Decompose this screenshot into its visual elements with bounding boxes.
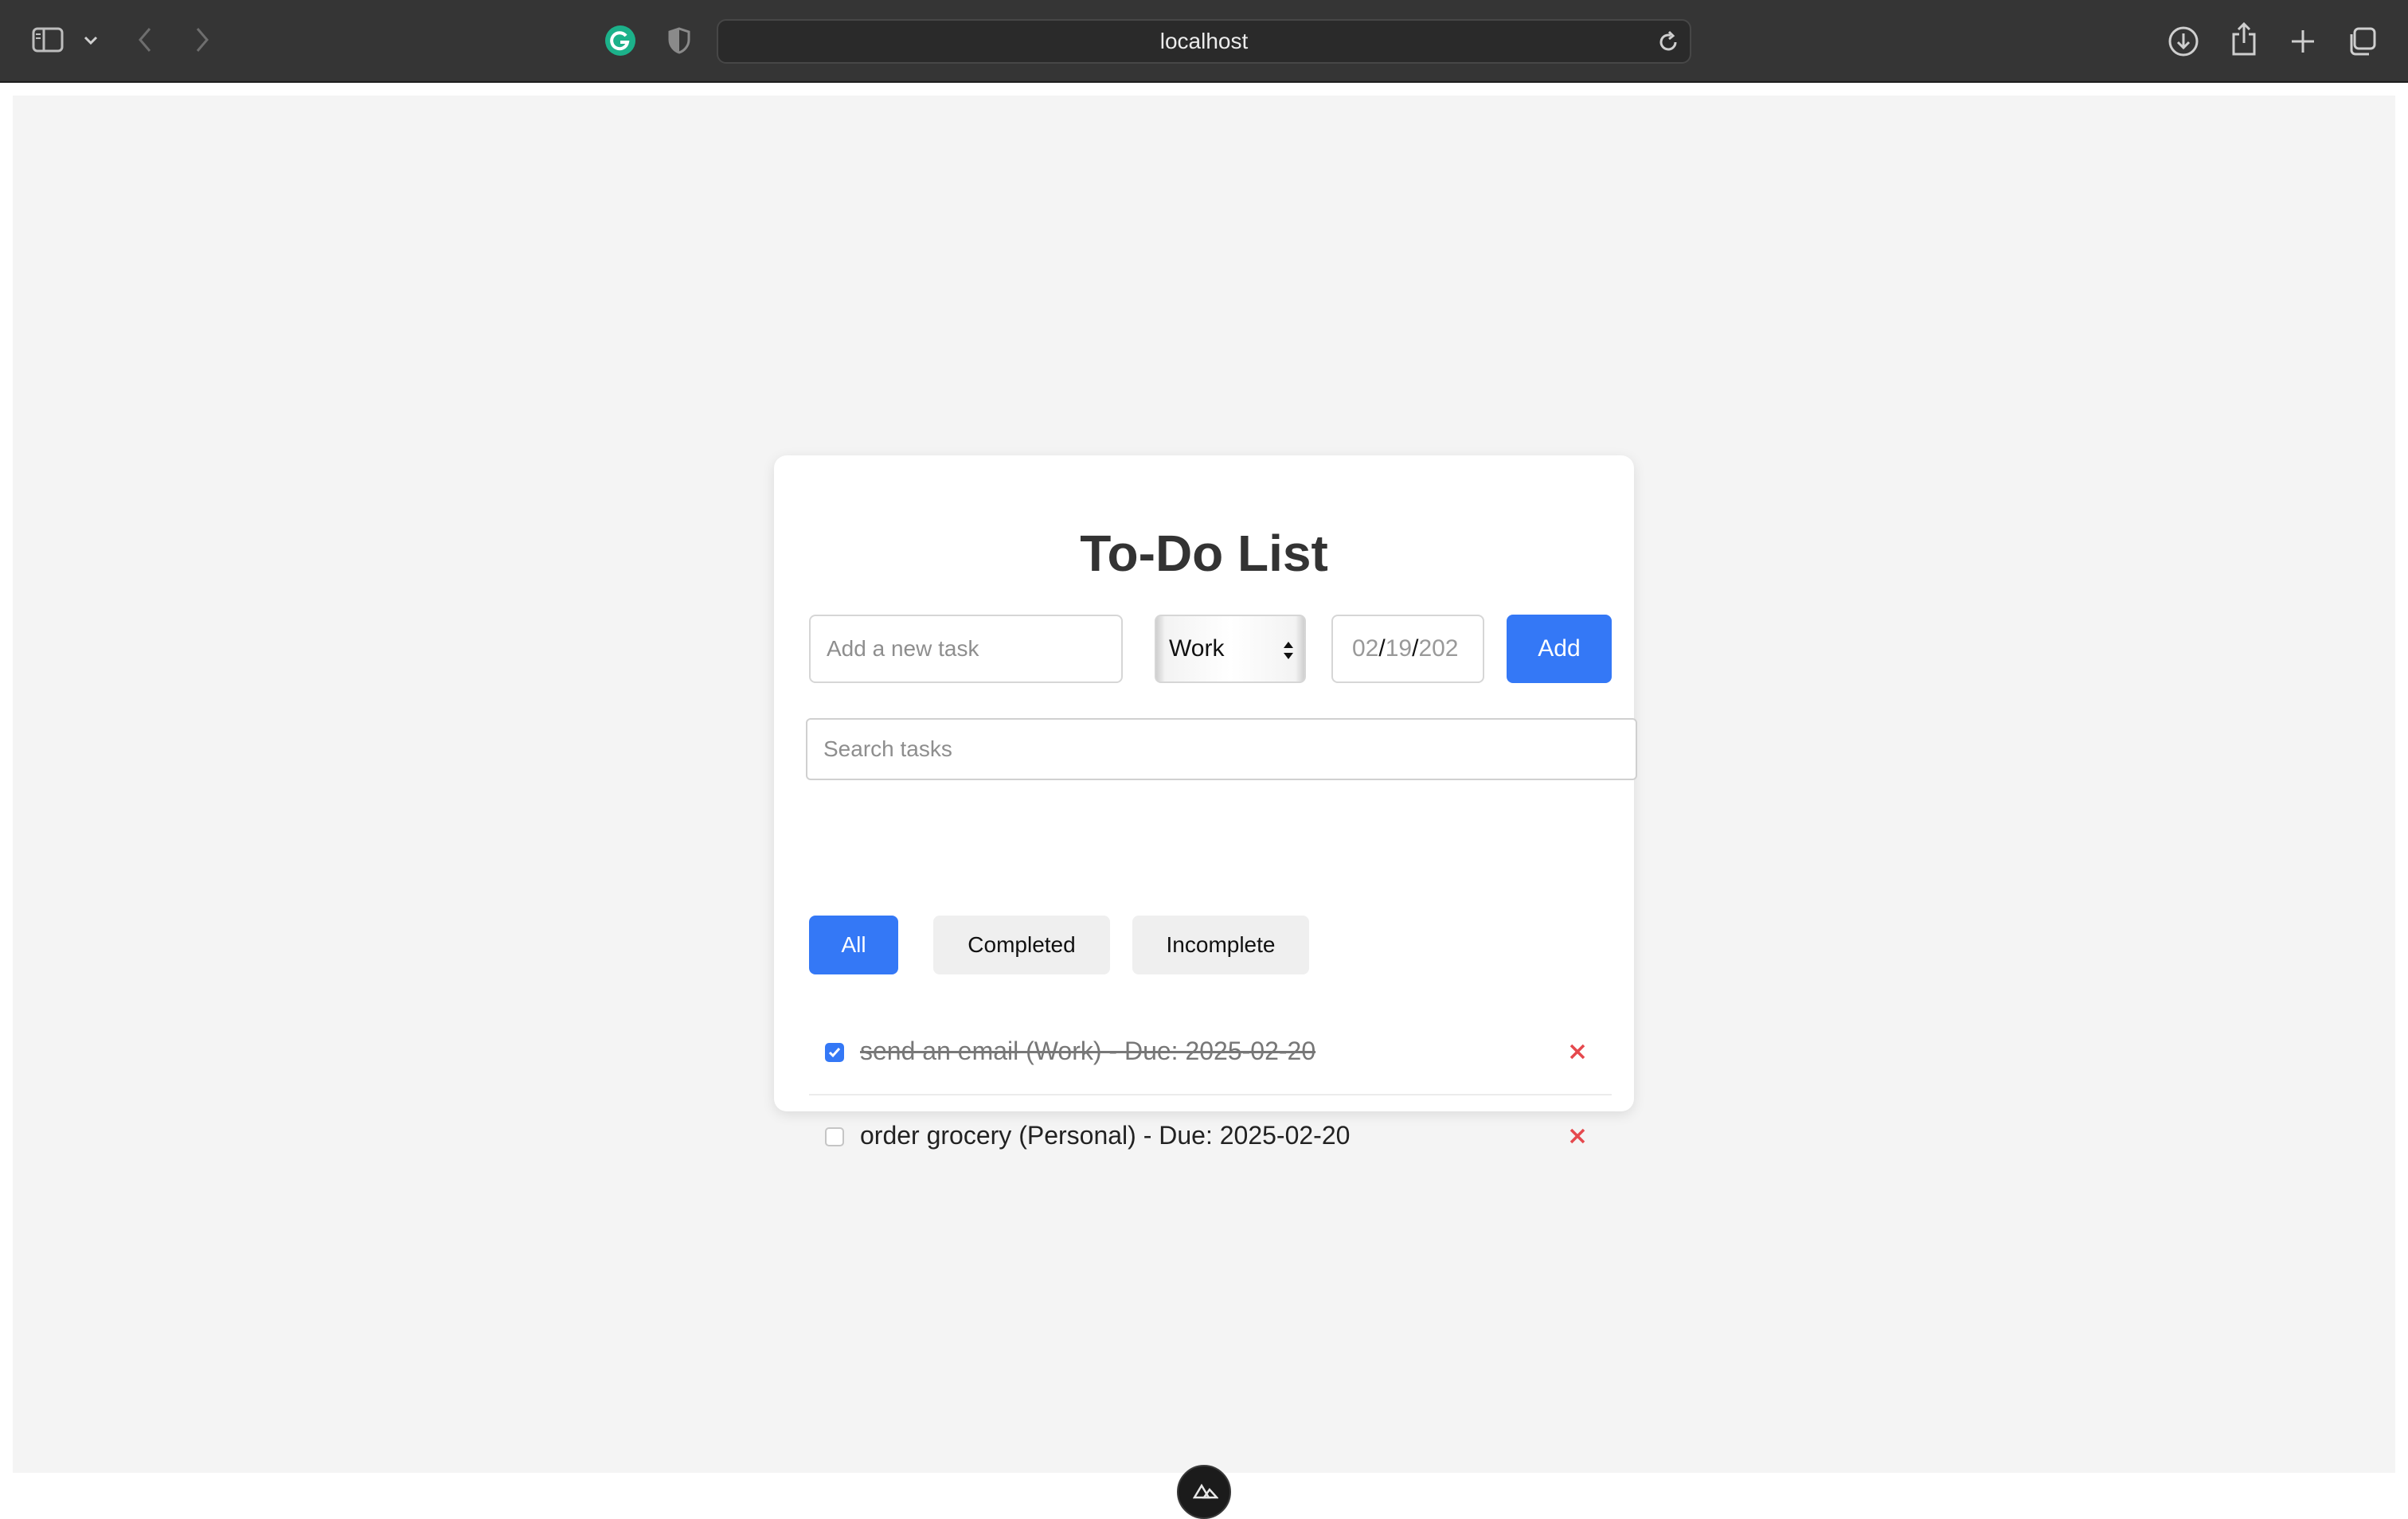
task-item: order grocery (Personal) - Due: 2025-02-… <box>809 1095 1612 1180</box>
delete-x-icon[interactable] <box>1566 1124 1589 1148</box>
select-arrows-icon <box>1282 640 1295 661</box>
date-day[interactable]: 19 <box>1386 635 1412 662</box>
category-select[interactable]: Work <box>1155 615 1306 683</box>
date-month[interactable]: 02 <box>1352 635 1378 662</box>
add-task-button[interactable]: Add <box>1507 615 1612 683</box>
nuxt-devtools-icon[interactable] <box>1177 1465 1231 1519</box>
task-checkbox-unchecked[interactable] <box>825 1127 844 1146</box>
task-list: send an email (Work) - Due: 2025-02-20 o… <box>809 1011 1612 1180</box>
task-text: order grocery (Personal) - Due: 2025-02-… <box>860 1120 1351 1150</box>
tab-overview-icon[interactable] <box>2344 24 2379 59</box>
page-title: To-Do List <box>1080 525 1328 582</box>
new-tab-plus-icon[interactable] <box>2285 24 2320 59</box>
filter-completed-button[interactable]: Completed <box>933 916 1110 974</box>
sidebar-toggle-icon[interactable] <box>30 25 65 54</box>
due-date-input[interactable]: 02/19/202 <box>1331 615 1484 683</box>
back-arrow-icon[interactable] <box>131 24 159 56</box>
address-url[interactable]: localhost <box>718 21 1690 62</box>
search-input[interactable] <box>806 718 1637 780</box>
download-icon[interactable] <box>2166 24 2201 59</box>
browser-toolbar: localhost <box>0 0 2408 83</box>
new-task-input[interactable] <box>809 615 1123 683</box>
reload-icon[interactable] <box>1656 30 1680 54</box>
todo-card: To-Do List Work 02/19/202 Add All Comple… <box>774 455 1637 1150</box>
privacy-shield-icon[interactable] <box>664 25 694 56</box>
date-year[interactable]: 202 <box>1418 635 1458 662</box>
task-item: send an email (Work) - Due: 2025-02-20 <box>809 1011 1612 1095</box>
page-viewport: To-Do List Work 02/19/202 Add All Comple… <box>13 96 2395 1473</box>
grammarly-extension-icon[interactable] <box>604 24 637 57</box>
share-icon[interactable] <box>2226 21 2261 57</box>
filter-incomplete-button[interactable]: Incomplete <box>1132 916 1309 974</box>
task-checkbox-checked[interactable] <box>825 1043 844 1062</box>
address-bar[interactable]: localhost <box>717 19 1691 64</box>
task-text: send an email (Work) - Due: 2025-02-20 <box>860 1036 1316 1065</box>
filter-all-button[interactable]: All <box>809 916 898 974</box>
forward-arrow-icon[interactable] <box>188 24 217 56</box>
chevron-down-icon[interactable] <box>80 30 102 51</box>
category-selected-value: Work <box>1169 635 1225 662</box>
delete-x-icon[interactable] <box>1566 1040 1589 1064</box>
